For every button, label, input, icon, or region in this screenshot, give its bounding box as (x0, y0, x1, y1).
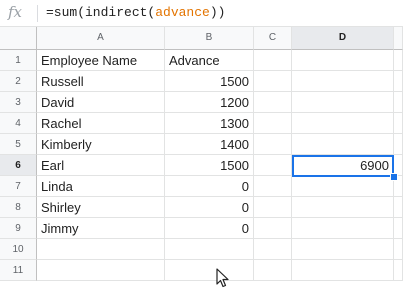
row-header-10[interactable]: 10 (0, 239, 37, 260)
fx-icon: fx (8, 3, 23, 21)
cell-b10[interactable] (165, 239, 254, 260)
row-header-4[interactable]: 4 (0, 113, 37, 134)
cell-a3[interactable]: David (37, 92, 165, 113)
cell-d5[interactable] (292, 134, 394, 155)
cell-a4[interactable]: Rachel (37, 113, 165, 134)
spreadsheet-grid[interactable]: A B C D 1 2 3 4 5 6 7 8 9 10 11 Employee… (0, 27, 403, 288)
cell-b3[interactable]: 1200 (165, 92, 254, 113)
cell-a10[interactable] (37, 239, 165, 260)
cell-e10[interactable] (394, 239, 403, 260)
row-header-5[interactable]: 5 (0, 134, 37, 155)
cell-c11[interactable] (254, 260, 292, 281)
fill-handle[interactable] (390, 173, 398, 181)
row-header-7[interactable]: 7 (0, 176, 37, 197)
cell-c10[interactable] (254, 239, 292, 260)
cell-d7[interactable] (292, 176, 394, 197)
cell-b7[interactable]: 0 (165, 176, 254, 197)
formula-bar-divider (37, 5, 38, 22)
cell-c3[interactable] (254, 92, 292, 113)
cell-e2[interactable] (394, 71, 403, 92)
cell-e11[interactable] (394, 260, 403, 281)
row-header-2[interactable]: 2 (0, 71, 37, 92)
cell-c5[interactable] (254, 134, 292, 155)
cell-e9[interactable] (394, 218, 403, 239)
cell-e5[interactable] (394, 134, 403, 155)
cell-a6[interactable]: Earl (37, 155, 165, 176)
cell-e1[interactable] (394, 50, 403, 71)
cell-a9[interactable]: Jimmy (37, 218, 165, 239)
cell-d1[interactable] (292, 50, 394, 71)
mouse-pointer-icon (216, 268, 229, 288)
cell-e3[interactable] (394, 92, 403, 113)
cell-a5[interactable]: Kimberly (37, 134, 165, 155)
cell-e4[interactable] (394, 113, 403, 134)
formula-prefix: =sum(indirect( (46, 5, 156, 20)
cell-a8[interactable]: Shirley (37, 197, 165, 218)
cell-d10[interactable] (292, 239, 394, 260)
cell-d4[interactable] (292, 113, 394, 134)
cell-c6[interactable] (254, 155, 292, 176)
formula-bar: fx =sum(indirect(advance)) (0, 0, 403, 27)
row-header-6[interactable]: 6 (0, 155, 37, 176)
column-header-e[interactable] (394, 27, 403, 50)
cell-b9[interactable]: 0 (165, 218, 254, 239)
row-header-1[interactable]: 1 (0, 50, 37, 71)
cell-c8[interactable] (254, 197, 292, 218)
formula-range-reference: advance (155, 5, 210, 20)
row-header-8[interactable]: 8 (0, 197, 37, 218)
row-header-9[interactable]: 9 (0, 218, 37, 239)
row-header-11[interactable]: 11 (0, 260, 37, 281)
cell-c4[interactable] (254, 113, 292, 134)
cell-c2[interactable] (254, 71, 292, 92)
cell-b8[interactable]: 0 (165, 197, 254, 218)
cell-b5[interactable]: 1400 (165, 134, 254, 155)
column-header-a[interactable]: A (37, 27, 165, 50)
cell-d11[interactable] (292, 260, 394, 281)
formula-suffix: )) (209, 5, 226, 20)
row-header-3[interactable]: 3 (0, 92, 37, 113)
cell-a11[interactable] (37, 260, 165, 281)
column-header-b[interactable]: B (165, 27, 254, 50)
cell-d9[interactable] (292, 218, 394, 239)
cell-b1[interactable]: Advance (165, 50, 254, 71)
cell-d2[interactable] (292, 71, 394, 92)
cell-b6[interactable]: 1500 (165, 155, 254, 176)
cell-b4[interactable]: 1300 (165, 113, 254, 134)
select-all-corner[interactable] (0, 27, 37, 50)
cell-c9[interactable] (254, 218, 292, 239)
cell-a7[interactable]: Linda (37, 176, 165, 197)
formula-input[interactable]: =sum(indirect(advance)) (46, 5, 225, 20)
cell-b2[interactable]: 1500 (165, 71, 254, 92)
cell-c1[interactable] (254, 50, 292, 71)
cell-e8[interactable] (394, 197, 403, 218)
cell-d6-result[interactable]: 6900 (292, 155, 394, 176)
cell-d3[interactable] (292, 92, 394, 113)
column-header-d[interactable]: D (292, 27, 394, 50)
column-header-c[interactable]: C (254, 27, 292, 50)
cell-a2[interactable]: Russell (37, 71, 165, 92)
cell-a1[interactable]: Employee Name (37, 50, 165, 71)
cell-c7[interactable] (254, 176, 292, 197)
cell-b11[interactable] (165, 260, 254, 281)
cell-d8[interactable] (292, 197, 394, 218)
